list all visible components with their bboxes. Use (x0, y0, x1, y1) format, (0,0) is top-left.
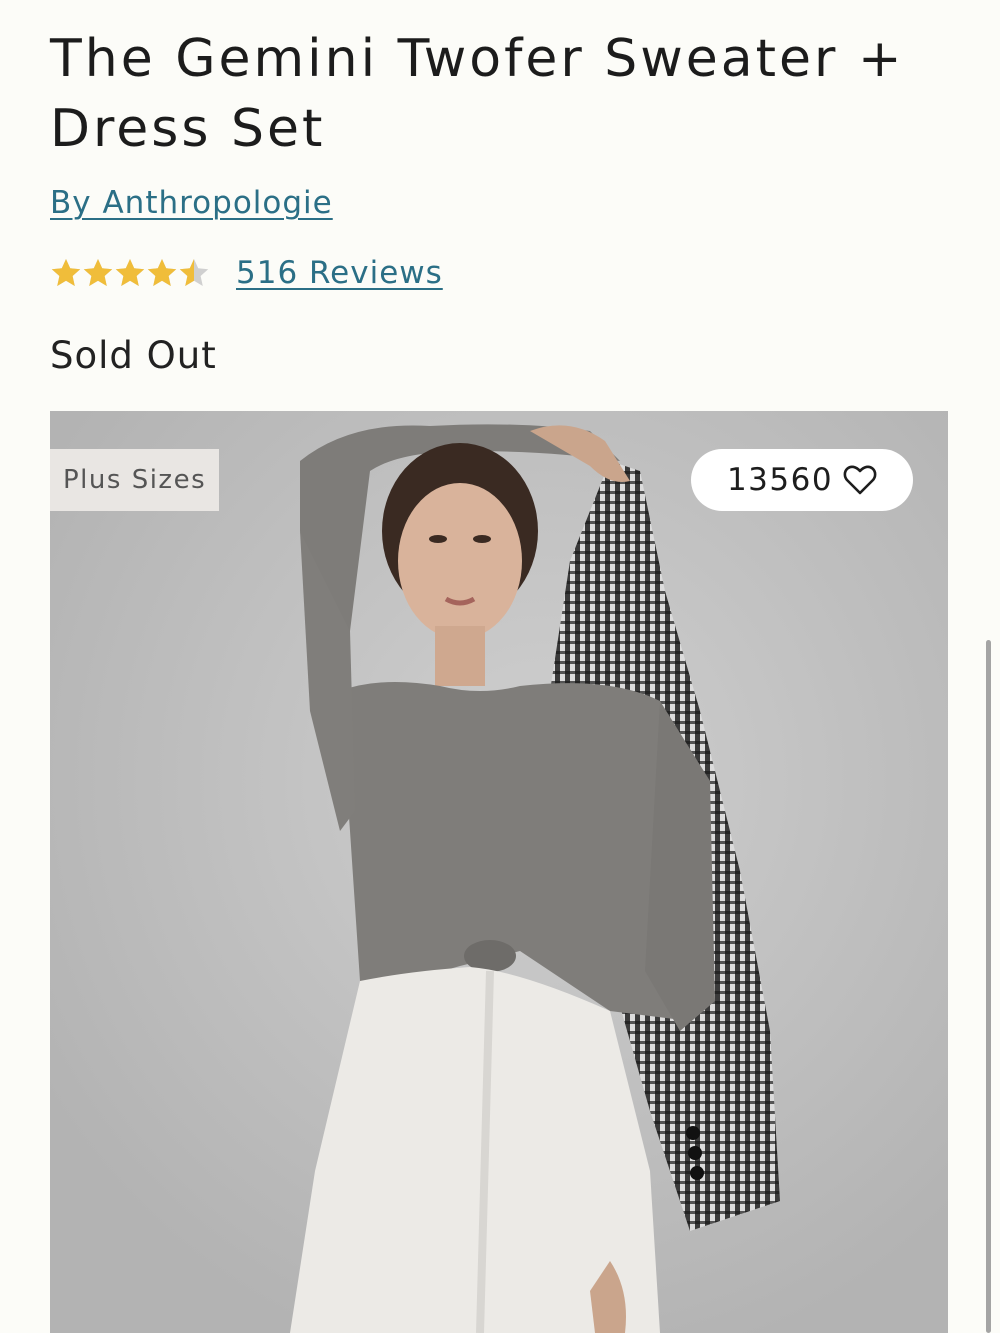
availability-status: Sold Out (50, 334, 217, 377)
heart-outline-icon (843, 465, 877, 495)
star-filled-icon (83, 259, 113, 286)
rating-row: 516 Reviews (50, 251, 443, 295)
star-filled-icon (115, 259, 145, 286)
product-detail-page: The Gemini Twofer Sweater + Dress Set By… (0, 0, 1000, 1333)
brand-link[interactable]: By Anthropologie (50, 183, 333, 223)
product-photo (50, 411, 948, 1333)
plus-sizes-badge: Plus Sizes (50, 449, 220, 511)
star-filled-icon (51, 259, 81, 286)
star-filled-icon (147, 259, 177, 286)
reviews-link[interactable]: 516 Reviews (236, 253, 443, 293)
favorites-count: 13560 (726, 462, 834, 498)
product-title: The Gemini Twofer Sweater + Dress Set (50, 29, 905, 159)
page-scrollbar[interactable] (986, 640, 991, 1333)
favorite-button[interactable]: 13560 (691, 449, 913, 511)
product-image[interactable]: Plus Sizes 13560 (50, 411, 948, 1333)
star-rating (50, 257, 210, 289)
star-half-icon (179, 259, 209, 286)
